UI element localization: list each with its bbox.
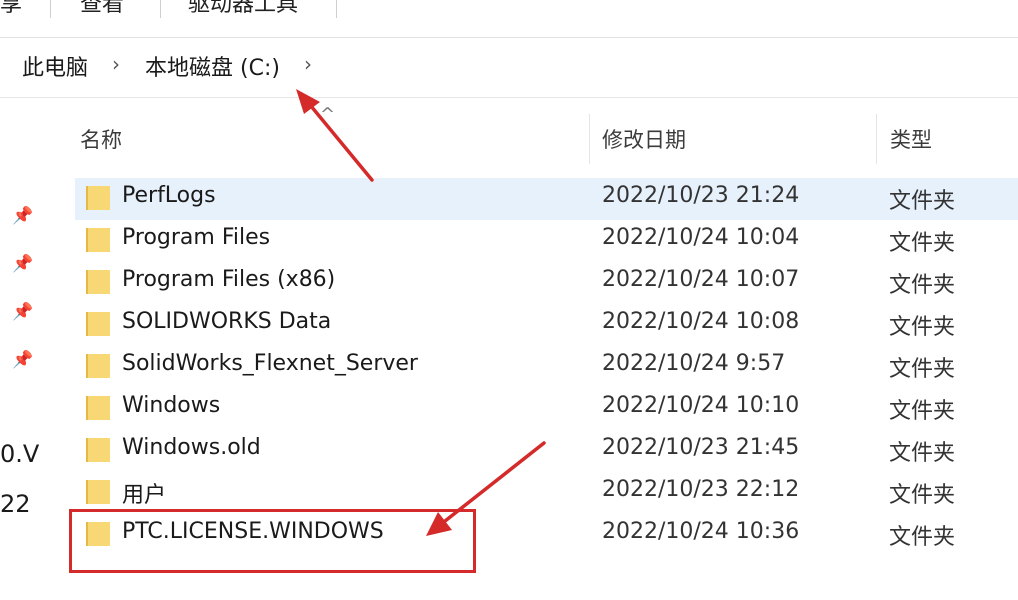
- highlight-box: [69, 509, 476, 573]
- file-date: 2022/10/24 10:07: [602, 267, 800, 292]
- file-name[interactable]: SolidWorks_Flexnet_Server: [122, 351, 418, 376]
- file-type: 文件夹: [889, 483, 956, 508]
- breadcrumb-local-disk[interactable]: 本地磁盘 (C:): [145, 50, 280, 82]
- folder-icon: [86, 438, 110, 462]
- file-date: 2022/10/23 21:24: [602, 183, 800, 208]
- file-name[interactable]: PerfLogs: [122, 183, 216, 208]
- folder-icon: [86, 480, 110, 504]
- folder-icon: [86, 354, 110, 378]
- file-name[interactable]: Windows.old: [122, 435, 261, 460]
- table-row[interactable]: SOLIDWORKS Data 2022/10/24 10:08 文件夹: [75, 304, 1018, 346]
- file-type: 文件夹: [889, 273, 956, 298]
- table-row[interactable]: 用户 2022/10/23 22:12 文件夹: [75, 472, 1018, 514]
- arrow-icon: [296, 89, 374, 182]
- menu-divider: [50, 0, 51, 18]
- chevron-right-icon[interactable]: ›: [112, 52, 120, 76]
- ribbon-menu: 享 查看 驱动器工具: [0, 0, 1018, 26]
- file-date: 2022/10/24 10:36: [602, 519, 800, 544]
- file-date: 2022/10/24 10:08: [602, 309, 800, 334]
- table-row[interactable]: Program Files (x86) 2022/10/24 10:07 文件夹: [75, 262, 1018, 304]
- file-type: 文件夹: [889, 441, 956, 466]
- folder-icon: [86, 186, 110, 210]
- file-name[interactable]: Windows: [122, 393, 220, 418]
- table-row[interactable]: Program Files 2022/10/24 10:04 文件夹: [75, 220, 1018, 262]
- pin-icon[interactable]: 📌: [12, 302, 33, 322]
- chevron-right-icon[interactable]: ›: [304, 52, 312, 76]
- file-type: 文件夹: [889, 357, 956, 382]
- file-type: 文件夹: [889, 399, 956, 424]
- file-date: 2022/10/24 10:10: [602, 393, 800, 418]
- folder-icon: [86, 270, 110, 294]
- breadcrumb-this-pc[interactable]: 此电脑: [22, 50, 88, 82]
- pin-icon[interactable]: 📌: [12, 206, 33, 226]
- table-row[interactable]: Windows 2022/10/24 10:10 文件夹: [75, 388, 1018, 430]
- file-date: 2022/10/23 21:45: [602, 435, 800, 460]
- divider: [0, 97, 1018, 98]
- sort-caret-icon: ^: [320, 104, 336, 125]
- file-date: 2022/10/24 10:04: [602, 225, 800, 250]
- file-type: 文件夹: [889, 189, 956, 214]
- column-header-name[interactable]: 名称: [80, 124, 122, 154]
- file-name[interactable]: 用户: [122, 477, 166, 509]
- table-row[interactable]: Windows.old 2022/10/23 21:45 文件夹: [75, 430, 1018, 472]
- column-divider[interactable]: [589, 114, 590, 164]
- file-date: 2022/10/24 9:57: [602, 351, 786, 376]
- file-type: 文件夹: [889, 315, 956, 340]
- folder-icon: [86, 396, 110, 420]
- file-name[interactable]: Program Files (x86): [122, 267, 335, 292]
- navigation-pane: 📌 📌 📌 📌 0.V 22: [0, 98, 62, 600]
- menu-view[interactable]: 查看: [80, 0, 124, 18]
- table-row[interactable]: PerfLogs 2022/10/23 21:24 文件夹: [75, 178, 1018, 220]
- menu-share[interactable]: 享: [0, 0, 22, 18]
- pin-icon[interactable]: 📌: [12, 254, 33, 274]
- column-divider[interactable]: [876, 114, 877, 164]
- menu-divider: [336, 0, 337, 18]
- column-header-type[interactable]: 类型: [890, 124, 932, 154]
- file-date: 2022/10/23 22:12: [602, 477, 800, 502]
- file-name[interactable]: Program Files: [122, 225, 270, 250]
- file-name[interactable]: SOLIDWORKS Data: [122, 309, 331, 334]
- folder-icon: [86, 312, 110, 336]
- column-header-date[interactable]: 修改日期: [602, 124, 686, 154]
- nav-item-label[interactable]: 22: [0, 490, 31, 518]
- nav-item-label[interactable]: 0.V: [0, 440, 39, 468]
- table-row[interactable]: SolidWorks_Flexnet_Server 2022/10/24 9:5…: [75, 346, 1018, 388]
- file-type: 文件夹: [889, 231, 956, 256]
- folder-icon: [86, 228, 110, 252]
- file-type: 文件夹: [889, 525, 956, 550]
- pin-icon[interactable]: 📌: [12, 350, 33, 370]
- menu-drive-tools[interactable]: 驱动器工具: [188, 0, 298, 18]
- menu-divider: [160, 0, 161, 18]
